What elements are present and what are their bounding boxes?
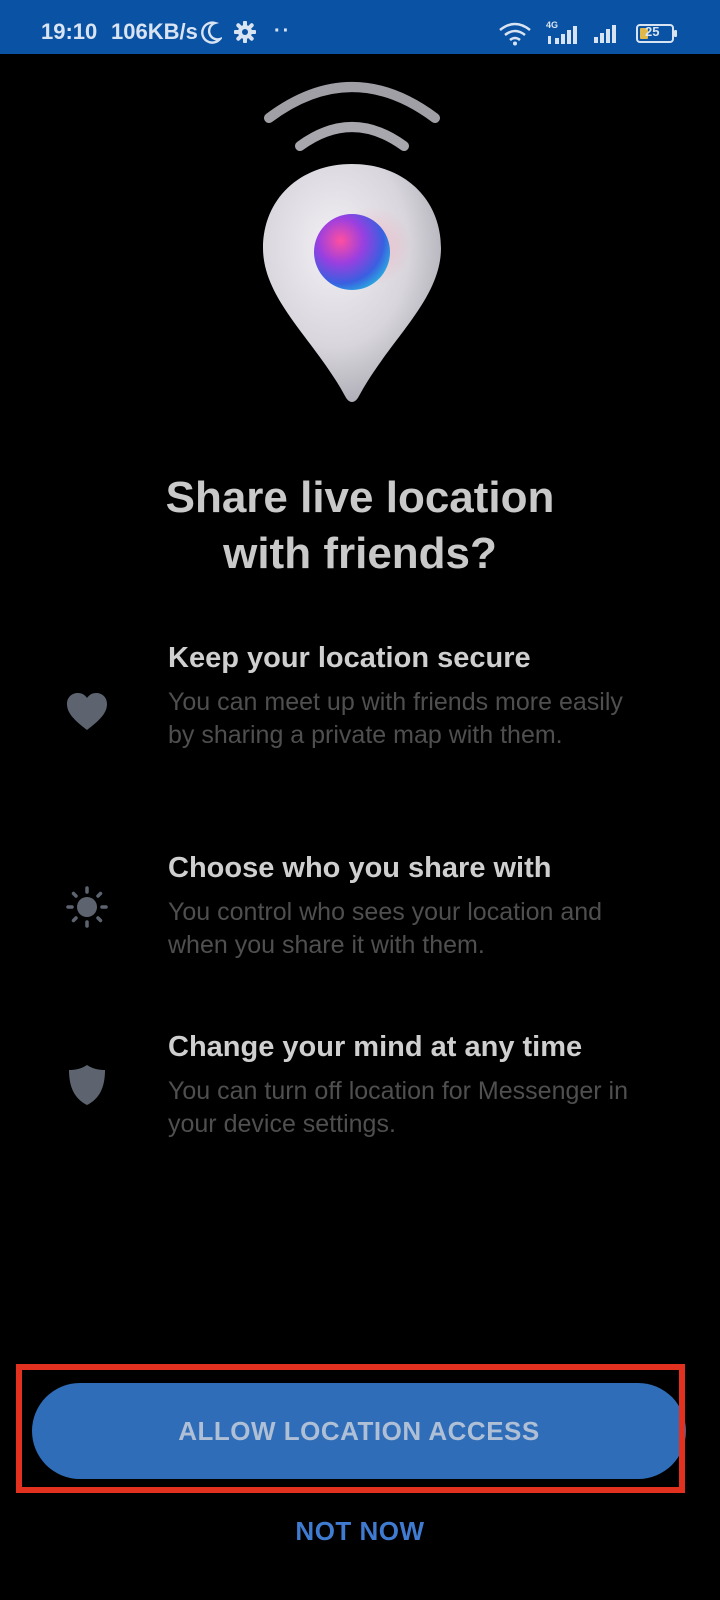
- status-bar: 19:10 106KB/s ·· 4G 25: [0, 0, 720, 54]
- heart-icon: [66, 692, 108, 734]
- status-network-speed: 106KB/s: [111, 19, 198, 44]
- notification-dots: ··: [274, 20, 292, 42]
- battery-icon: 25: [636, 24, 677, 43]
- moon-icon: [200, 21, 224, 50]
- feature-description: You can turn off location for Messenger …: [168, 1077, 629, 1138]
- shield-icon: [66, 1063, 108, 1105]
- feature-title: Keep your location secure: [168, 642, 531, 674]
- location-permission-screen: 19:10 106KB/s ·· 4G 25 Share live locati…: [0, 0, 720, 1600]
- not-now-button[interactable]: NOT NOW: [0, 1516, 720, 1547]
- svg-text:4G: 4G: [546, 20, 558, 30]
- feature-description: You control who sees your location and w…: [168, 898, 603, 959]
- wifi-icon: [498, 22, 532, 51]
- feature-title: Choose who you share with: [168, 852, 552, 884]
- feature-title: Change your mind at any time: [168, 1031, 583, 1063]
- sun-icon: [66, 886, 108, 928]
- location-pin-illustration: [255, 78, 465, 418]
- page-title: Share live location with friends?: [0, 470, 720, 582]
- battery-level: 25: [645, 24, 660, 39]
- highlight-box: [16, 1364, 685, 1493]
- page-title-line1: Share live location: [165, 473, 555, 522]
- feature-description: You can meet up with friends more easily…: [168, 688, 623, 749]
- cell-signal-4g-icon: 4G: [546, 20, 586, 51]
- page-title-line2: with friends?: [223, 529, 497, 578]
- status-time: 19:10: [41, 19, 98, 44]
- cell-signal-icon: [594, 22, 624, 49]
- gear-icon: [233, 20, 257, 48]
